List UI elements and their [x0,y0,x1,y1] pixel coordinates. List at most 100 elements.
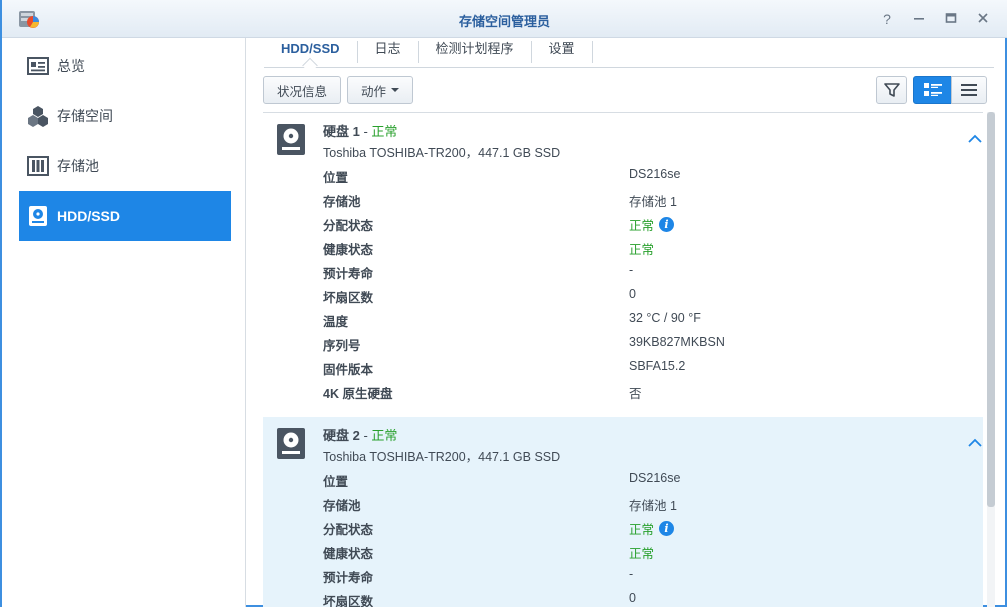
disk-list: 硬盘 1 - 正常 Toshiba TOSHIBA-TR200，447.1 GB… [263,112,983,607]
cubes-icon [27,105,49,127]
detail-key: 健康状态 [323,547,374,561]
detail-key: 存储池 [323,499,361,513]
scrollbar-thumb[interactable] [987,112,995,507]
filter-icon [883,83,900,97]
disk-title-separator: - [359,428,372,443]
detail-key: 4K 原生硬盘 [323,387,393,401]
overview-icon [27,55,49,77]
tab-log[interactable]: 日志 [358,41,419,63]
sidebar-item-hdd-ssd[interactable]: HDD/SSD [19,191,231,241]
disk-model: Toshiba TOSHIBA-TR200，447.1 GB SSD [323,450,561,464]
detail-value: 存储池 1 [629,499,677,513]
detail-key: 温度 [323,315,349,329]
detail-key: 位置 [323,475,349,489]
detail-key: 预计寿命 [323,571,374,585]
detail-key: 存储池 [323,195,361,209]
detail-key: 固件版本 [323,363,374,377]
detail-row-serial-number: 序列号 39KB827MKBSN [323,335,963,359]
storage-pool-icon [27,155,49,177]
detail-row-bad-sectors: 坏扇区数 0 [323,287,963,311]
disk-status: 正常 [371,428,398,443]
detail-key: 分配状态 [323,523,374,537]
list-icon [961,84,977,96]
disk-card[interactable]: 硬盘 1 - 正常 Toshiba TOSHIBA-TR200，447.1 GB… [263,113,983,417]
info-icon[interactable]: i [659,217,675,232]
detail-value: 0 [629,287,636,301]
detail-view-button[interactable] [913,76,952,104]
detail-row-estimated-life: 预计寿命 - [323,567,963,591]
detail-value: 存储池 1 [629,195,677,209]
collapse-chevron-icon[interactable] [968,133,982,145]
storage-manager-window: 存储空间管理员 ? 总览 存储空间 存储池 HDD/SSD HDD/SSD 日志… [0,0,1007,607]
collapse-chevron-icon[interactable] [968,437,982,449]
list-view-button[interactable] [951,76,987,104]
detail-value: 39KB827MKBSN [629,335,725,349]
sidebar-item-label: HDD/SSD [57,208,121,224]
detail-value: - [629,263,634,277]
health-info-label: 状况信息 [276,84,327,99]
detail-value-wrap: 正常 i [629,519,675,538]
detail-value: DS216se [629,167,681,181]
detail-row-firmware: 固件版本 SBFA15.2 [323,359,963,383]
detail-key: 分配状态 [323,219,374,233]
title-bar[interactable]: 存储空间管理员 ? [2,0,1007,38]
disk-title-separator: - [359,124,372,139]
maximize-icon[interactable] [940,9,962,29]
minimize-icon[interactable] [908,9,930,29]
sidebar-item-storage-pool[interactable]: 存储池 [19,141,231,191]
detail-row-location: 位置 DS216se [323,471,963,495]
disk-title: 硬盘 1 - 正常 [323,121,397,140]
help-icon[interactable]: ? [876,9,898,29]
disk-status: 正常 [371,124,398,139]
detail-value: DS216se [629,471,681,485]
health-info-button[interactable]: 状况信息 [263,76,341,104]
action-dropdown-button[interactable]: 动作 [347,76,413,104]
disk-title: 硬盘 2 - 正常 [323,425,397,444]
detail-value: 正常 [629,219,655,233]
detail-row-allocation-status: 分配状态 正常 i [323,215,963,239]
tab-settings[interactable]: 设置 [532,41,593,63]
detail-value: SBFA15.2 [629,359,686,373]
detail-key: 预计寿命 [323,267,374,281]
sidebar: 总览 存储空间 存储池 HDD/SSD [2,38,246,607]
info-icon[interactable]: i [659,521,675,536]
sidebar-item-label: 总览 [57,58,85,74]
detail-value: 否 [629,387,642,401]
detail-row-health-status: 健康状态 正常 [323,543,963,567]
action-label: 动作 [360,84,386,99]
detail-value: 正常 [629,523,655,537]
hard-disk-icon [277,428,305,459]
caret-down-icon [391,88,399,92]
detail-row-health-status: 健康状态 正常 [323,239,963,263]
disk-name: 硬盘 1 [323,124,360,139]
sidebar-item-volume[interactable]: 存储空间 [19,91,231,141]
detail-row-location: 位置 DS216se [323,167,963,191]
tab-hdd-ssd[interactable]: HDD/SSD [264,41,358,63]
detail-value: 正常 [629,243,655,257]
detail-list-icon [923,83,942,96]
detail-key: 坏扇区数 [323,595,374,607]
detail-value: - [629,567,634,581]
detail-row-4k-native: 4K 原生硬盘 否 [323,383,963,407]
detail-key: 坏扇区数 [323,291,374,305]
detail-row-allocation-status: 分配状态 正常 i [323,519,963,543]
detail-row-bad-sectors: 坏扇区数 0 [323,591,963,607]
detail-key: 健康状态 [323,243,374,257]
vertical-scrollbar[interactable] [987,112,995,607]
detail-value: 正常 [629,547,655,561]
detail-value-wrap: 正常 i [629,215,675,234]
disk-model: Toshiba TOSHIBA-TR200，447.1 GB SSD [323,146,561,160]
disk-card[interactable]: 硬盘 2 - 正常 Toshiba TOSHIBA-TR200，447.1 GB… [263,417,983,607]
detail-key: 序列号 [323,339,361,353]
detail-value: 32 °C / 90 °F [629,311,701,325]
detail-row-temperature: 温度 32 °C / 90 °F [323,311,963,335]
disk-name: 硬盘 2 [323,428,360,443]
tab-bar: HDD/SSD 日志 检测计划程序 设置 [264,38,994,68]
sidebar-item-overview[interactable]: 总览 [19,41,231,91]
detail-row-storage-pool: 存储池 存储池 1 [323,495,963,519]
sidebar-item-label: 存储空间 [57,108,113,124]
filter-button[interactable] [876,76,907,104]
detail-row-estimated-life: 预计寿命 - [323,263,963,287]
close-icon[interactable] [972,9,994,29]
tab-test-scheduler[interactable]: 检测计划程序 [419,41,532,63]
